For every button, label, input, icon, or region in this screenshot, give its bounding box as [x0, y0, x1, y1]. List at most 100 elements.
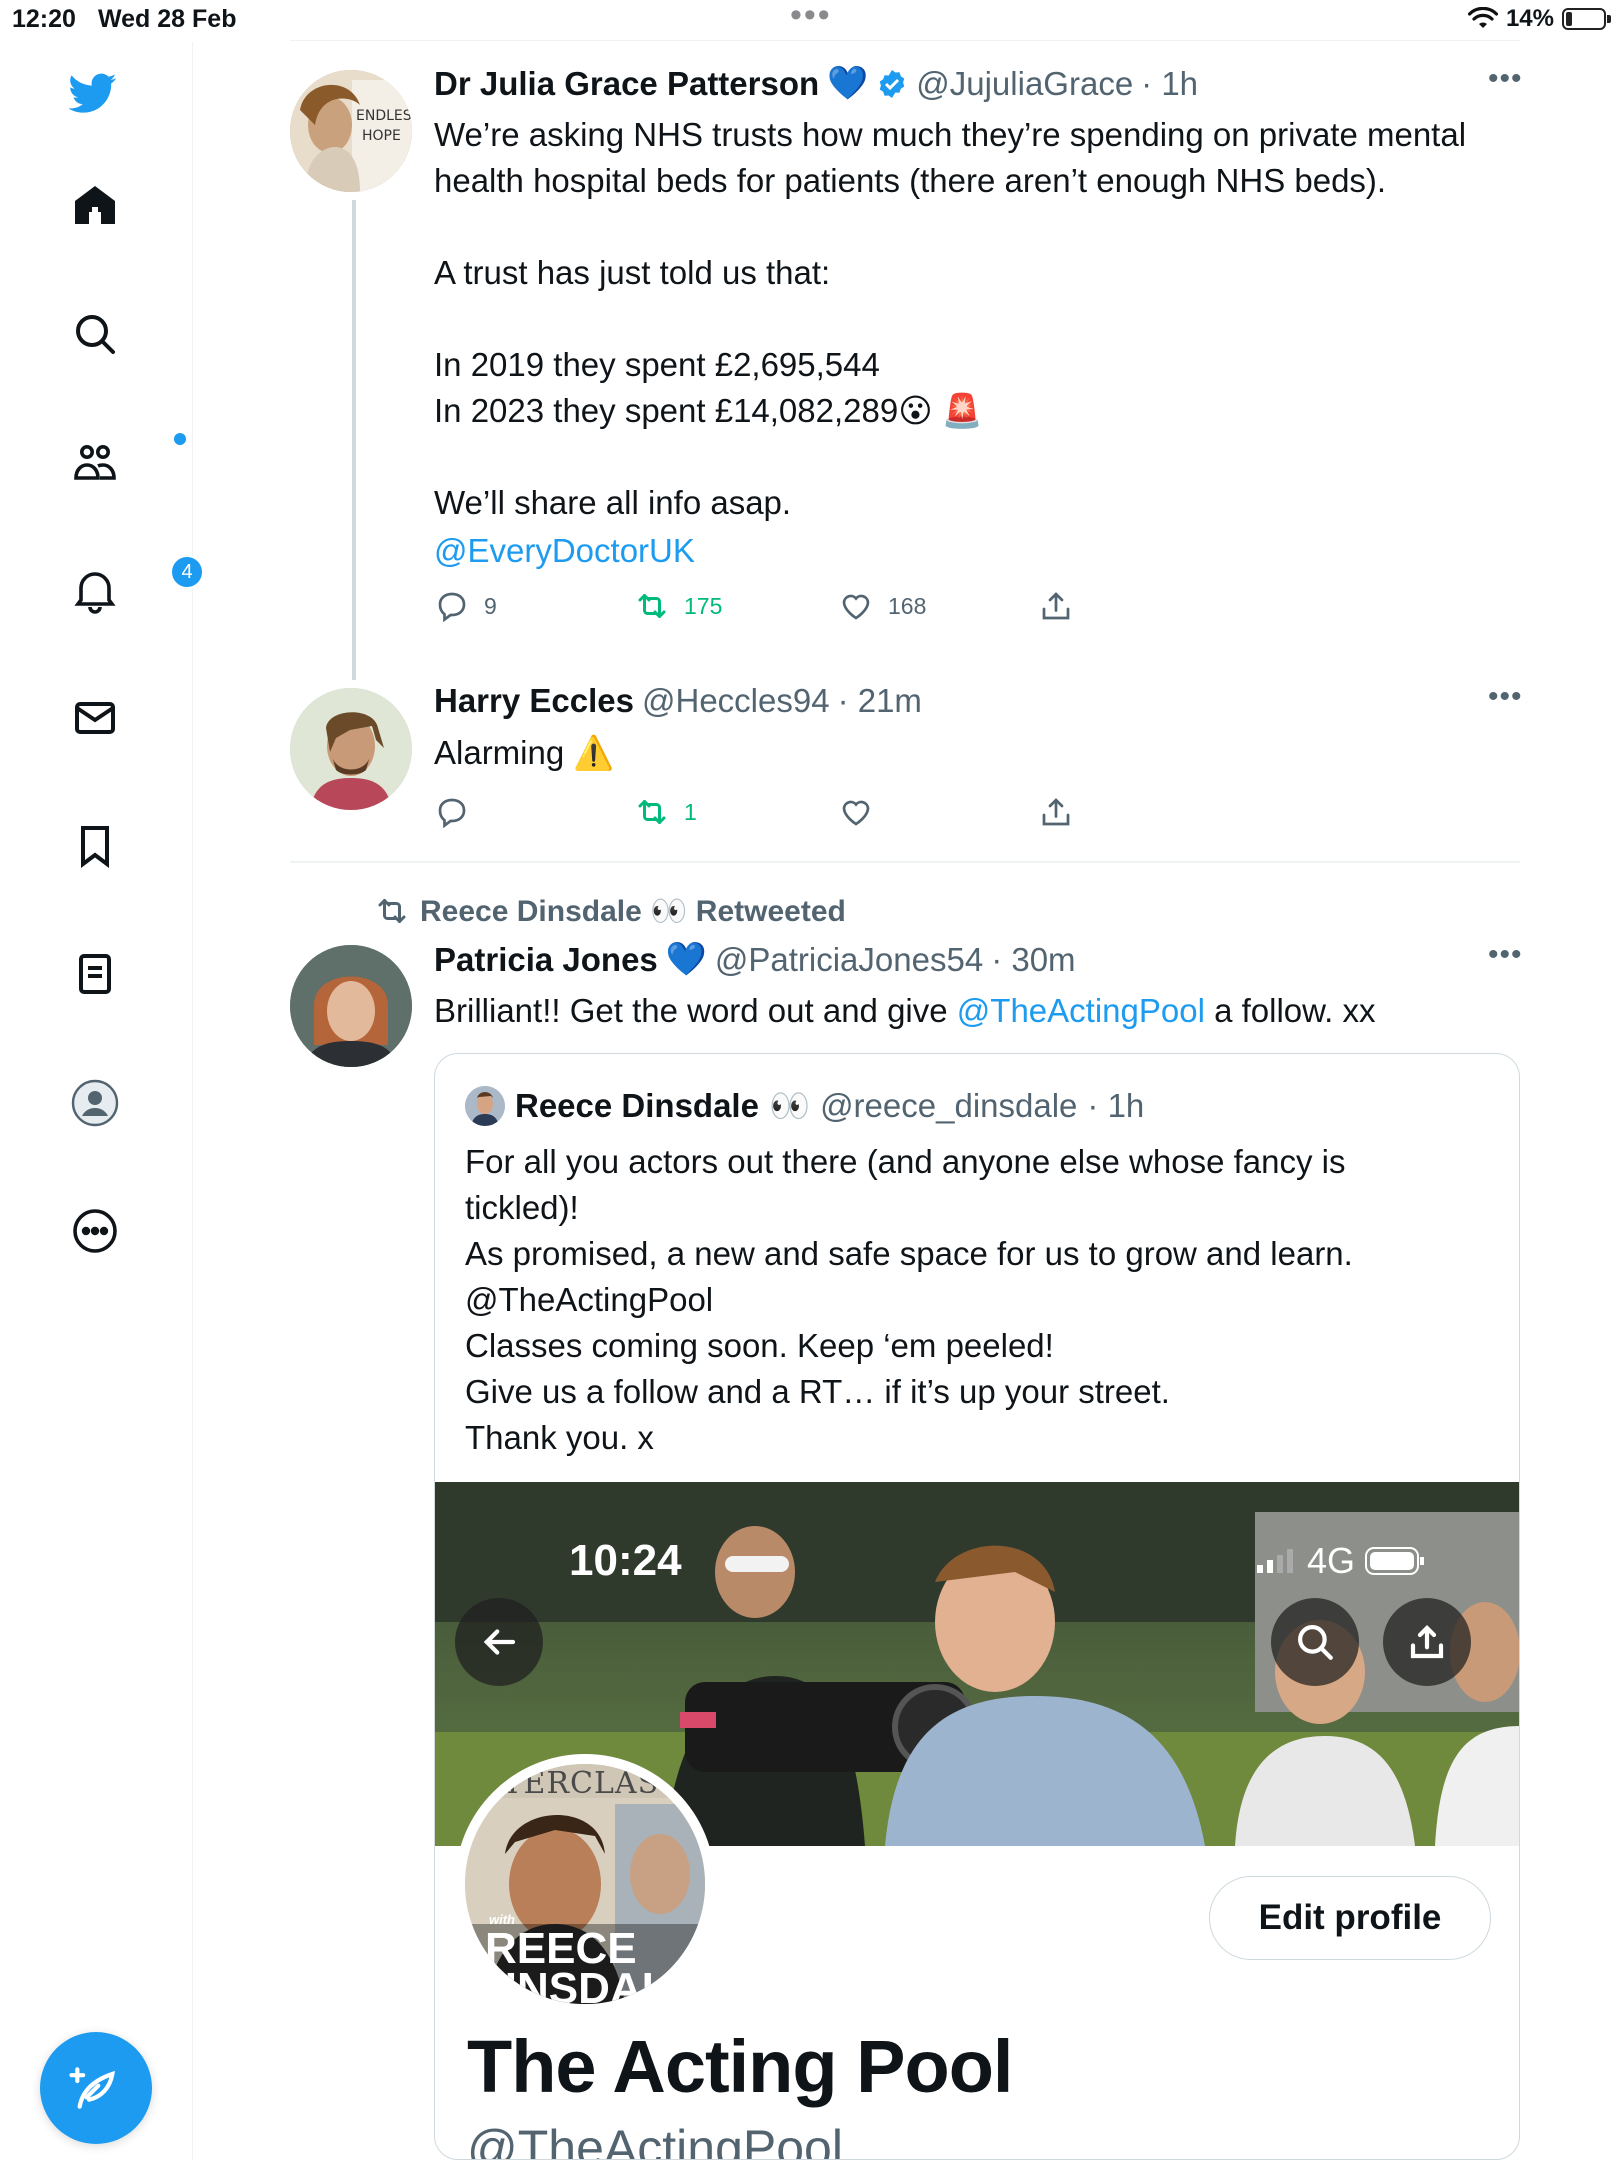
avatar[interactable] — [290, 688, 412, 810]
image-status-time: 10:24 — [569, 1536, 682, 1585]
quote-text: For all you actors out there (and anyone… — [465, 1143, 1353, 1456]
poster-name-2: DINSDAL — [473, 1964, 669, 2004]
retweeted-by-text[interactable]: Reece Dinsdale 👀 Retweeted — [420, 894, 846, 929]
lists-icon[interactable] — [68, 947, 122, 1001]
eyes-emoji: 👀 — [768, 1086, 811, 1124]
avatar — [465, 1086, 505, 1126]
avatar-harry-icon — [290, 688, 412, 810]
search-icon — [1298, 1625, 1333, 1660]
retweet-button[interactable]: 175 — [634, 588, 722, 624]
profile-avatar-image: STERCLAS with REECE DINSDAL — [465, 1764, 705, 2004]
like-button[interactable]: 168 — [838, 588, 926, 624]
account-handle: @TheActingPool — [467, 2120, 843, 2160]
reply-icon — [438, 592, 466, 623]
blue-heart-emoji: 💙 — [827, 64, 869, 101]
tweet-1-actions: 9 175 168 — [434, 588, 1134, 628]
tweet-text-before: Brilliant!! Get the word out and give — [434, 992, 957, 1029]
tweet-text-after: a follow. xx — [1204, 992, 1376, 1029]
author-handle[interactable]: @JujuliaGrace — [916, 65, 1133, 103]
bookmarks-icon[interactable] — [68, 819, 122, 873]
tweet-text: Alarming ⚠️ — [434, 734, 615, 771]
image-status-network: 4G — [1256, 1540, 1425, 1582]
reply-button[interactable] — [434, 794, 484, 830]
battery-percent: 14% — [1505, 5, 1554, 32]
avatar[interactable]: ENDLESS HOPE — [290, 70, 412, 192]
retweeted-by-label: Reece Dinsdale 👀 Retweeted — [374, 893, 846, 929]
share-icon — [1042, 798, 1070, 826]
account-name: The Acting Pool — [467, 2025, 1013, 2108]
verified-badge-icon — [879, 69, 905, 98]
top-divider — [290, 40, 1520, 41]
retweet-count: 1 — [684, 798, 697, 825]
sidebar: 4 — [0, 42, 204, 2160]
reply-button[interactable]: 9 — [434, 588, 497, 624]
author-handle[interactable]: @PatriciaJones54 — [715, 941, 983, 979]
status-right: 14% — [1467, 5, 1611, 33]
communities-icon[interactable] — [68, 431, 188, 489]
author-handle[interactable]: @Heccles94 — [642, 682, 830, 720]
compose-feather-icon — [69, 2067, 115, 2109]
share-icon — [1042, 592, 1070, 620]
notifications-icon[interactable]: 4 — [68, 555, 204, 617]
avatar-reece-icon — [465, 1086, 505, 1126]
mention-link[interactable]: @TheActingPool — [957, 992, 1205, 1029]
quote-header: Reece Dinsdale 👀 @reece_dinsdale · 1h — [465, 1086, 1144, 1126]
multitask-dots[interactable]: ••• — [790, 0, 832, 35]
heart-icon — [842, 594, 870, 620]
tweet-time: · 21m — [837, 682, 922, 719]
back-button[interactable] — [455, 1598, 543, 1686]
svg-text:ENDLESS: ENDLESS — [356, 108, 412, 124]
profile-icon[interactable] — [68, 1076, 122, 1130]
svg-text:HOPE: HOPE — [362, 128, 401, 144]
profile-avatar[interactable]: STERCLAS with REECE DINSDAL — [455, 1754, 715, 2014]
like-button[interactable] — [838, 794, 888, 830]
notifications-badge: 4 — [170, 555, 204, 589]
more-options-icon[interactable]: ••• — [1488, 62, 1523, 96]
share-button[interactable] — [1038, 588, 1074, 624]
author-name[interactable]: Patricia Jones — [434, 941, 658, 979]
arrow-left-icon — [483, 1629, 516, 1655]
tweet-text: We’re asking NHS trusts how much they’re… — [434, 116, 1467, 521]
communities-dot — [172, 431, 188, 447]
status-time: 12:20 — [12, 5, 76, 33]
quoted-tweet[interactable]: Reece Dinsdale 👀 @reece_dinsdale · 1h Fo… — [434, 1053, 1520, 2160]
edit-profile-button[interactable]: Edit profile — [1209, 1876, 1491, 1960]
battery-icon — [1365, 1547, 1424, 1575]
signal-icon — [1256, 1549, 1293, 1573]
author-name[interactable]: Harry Eccles — [434, 682, 634, 720]
tweet-1-header: Dr Julia Grace Patterson 💙 @JujuliaGrace… — [434, 64, 1198, 103]
home-icon[interactable] — [68, 178, 122, 232]
author-name[interactable]: Dr Julia Grace Patterson — [434, 65, 819, 103]
status-bar: 12:20 Wed 28 Feb ••• 14% — [0, 0, 1620, 42]
retweet-button[interactable]: 1 — [634, 794, 697, 830]
mention-link[interactable]: @EveryDoctorUK — [434, 528, 695, 574]
quote-author-name[interactable]: Reece Dinsdale — [515, 1087, 759, 1125]
tweet-2-header: Harry Eccles @Heccles94 · 21m — [434, 682, 922, 720]
blue-heart-emoji: 💙 — [665, 940, 707, 977]
more-options-icon[interactable]: ••• — [1488, 938, 1523, 972]
compose-tweet-button[interactable] — [40, 2032, 152, 2144]
twitter-logo-icon[interactable] — [66, 66, 120, 120]
tweet-time: · 1h — [1141, 64, 1199, 102]
search-icon[interactable] — [68, 307, 122, 361]
wifi-icon — [1467, 7, 1498, 28]
quote-time: · 1h — [1087, 1087, 1145, 1124]
share-button[interactable] — [1038, 794, 1074, 830]
image-share-button[interactable] — [1383, 1598, 1471, 1686]
tweet-2-actions: 1 — [434, 794, 1134, 834]
poster-title-top: STERCLAS — [481, 1766, 660, 1801]
messages-icon[interactable] — [68, 691, 122, 745]
avatar[interactable] — [290, 945, 412, 1067]
quote-author-handle[interactable]: @reece_dinsdale — [820, 1087, 1077, 1125]
battery-icon — [1562, 8, 1611, 30]
image-search-button[interactable] — [1271, 1598, 1359, 1686]
share-icon — [1410, 1625, 1444, 1659]
more-icon[interactable] — [68, 1204, 122, 1258]
like-count: 168 — [888, 592, 927, 619]
retweet-icon — [378, 899, 406, 923]
heart-icon — [842, 800, 870, 826]
retweet-icon — [638, 594, 666, 618]
tweet-text: Brilliant!! Get the word out and give @T… — [434, 988, 1376, 1034]
more-options-icon[interactable]: ••• — [1488, 680, 1523, 714]
avatar-julia-icon: ENDLESS HOPE — [290, 70, 412, 192]
